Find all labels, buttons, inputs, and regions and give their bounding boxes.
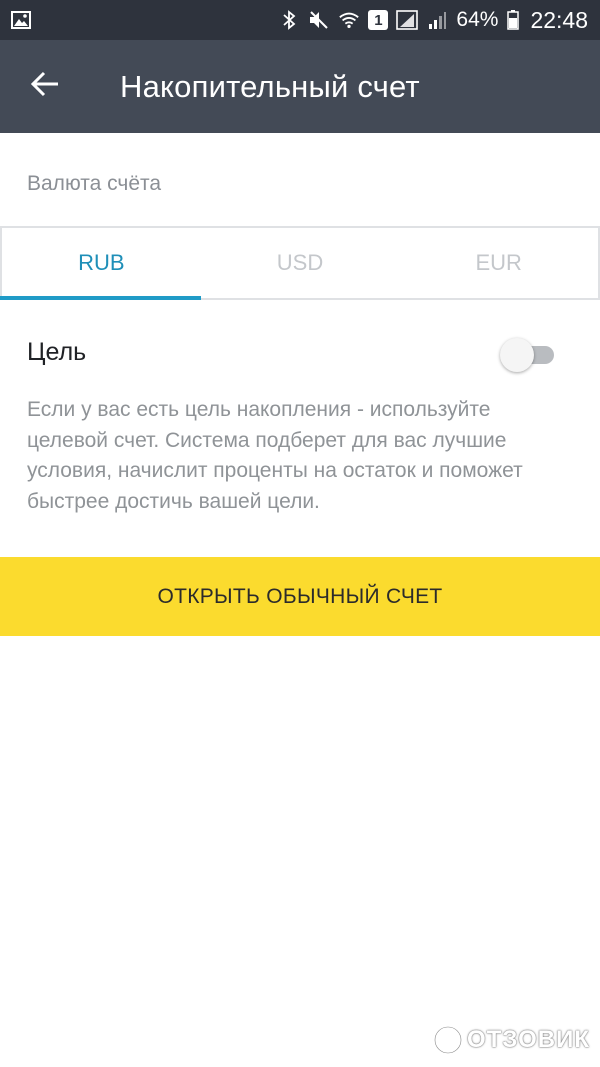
currency-tabs: RUB USD EUR (0, 226, 600, 300)
signal-1-icon (396, 9, 419, 31)
wifi-icon (338, 9, 360, 31)
image-icon (10, 9, 32, 31)
status-right: 1 64% 22:48 (278, 7, 588, 34)
open-regular-account-button[interactable]: ОТКРЫТЬ ОБЫЧНЫЙ СЧЕТ (0, 557, 600, 636)
page-title: Накопительный счет (120, 68, 420, 104)
tab-eur[interactable]: EUR (399, 228, 598, 298)
bluetooth-icon (278, 9, 300, 31)
mute-icon (308, 9, 330, 31)
back-button[interactable] (0, 40, 90, 133)
watermark: ОТЗОВИК (433, 1025, 590, 1055)
battery-icon (506, 9, 520, 31)
clock: 22:48 (530, 6, 588, 33)
status-bar: 1 64% 22:48 (0, 0, 600, 40)
status-left (10, 9, 32, 31)
currency-label: Валюта счёта (27, 172, 162, 195)
goal-description: Если у вас есть цель накопления - исполь… (27, 398, 523, 513)
sim-badge-number: 1 (374, 11, 383, 29)
watermark-logo-icon (433, 1025, 463, 1055)
tab-rub[interactable]: RUB (0, 228, 201, 300)
app-bar: Накопительный счет (0, 40, 600, 133)
signal-2-icon (426, 9, 448, 31)
battery-percent: 64% (456, 8, 499, 31)
arrow-left-icon (30, 71, 60, 102)
tab-usd[interactable]: USD (201, 228, 400, 298)
watermark-text: ОТЗОВИК (467, 1026, 590, 1053)
sim-badge-icon: 1 (368, 10, 389, 30)
toggle-thumb (500, 338, 534, 372)
goal-toggle[interactable] (500, 338, 556, 372)
goal-label: Цель (27, 338, 87, 366)
